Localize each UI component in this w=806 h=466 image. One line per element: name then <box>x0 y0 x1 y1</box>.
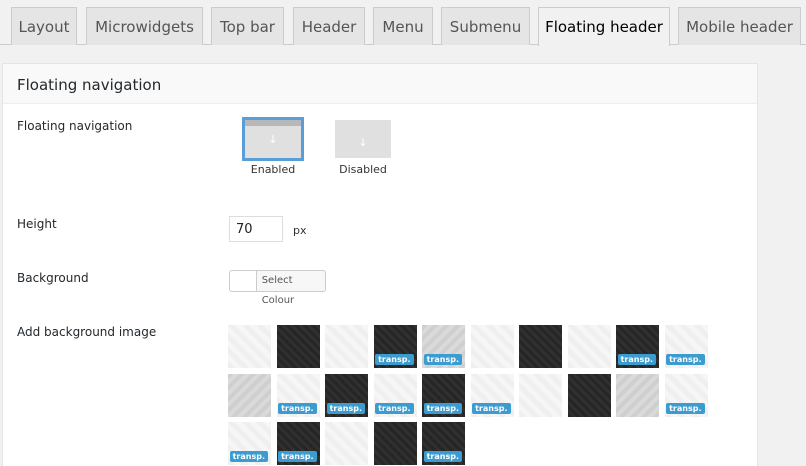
bg-pattern-swatch[interactable]: transp. <box>228 422 271 465</box>
bg-pattern-swatch[interactable]: transp. <box>422 373 465 417</box>
background-label: Background <box>17 271 89 285</box>
transparent-badge: transp. <box>472 402 511 414</box>
tab-microwidgets[interactable]: Microwidgets <box>86 7 203 45</box>
bg-pattern-swatch[interactable]: transp. <box>422 422 465 465</box>
bg-image-label: Add background image <box>17 325 157 339</box>
bg-pattern-swatch[interactable]: transp. <box>276 373 320 417</box>
bg-pattern-swatch[interactable]: transp. <box>470 373 514 417</box>
bg-pattern-swatch[interactable] <box>325 422 368 465</box>
disabled-caption: Disabled <box>339 163 387 176</box>
transparent-badge: transp. <box>375 402 414 414</box>
bg-pattern-swatch[interactable]: transp. <box>422 325 465 368</box>
select-colour-label: Select Colour <box>261 275 295 306</box>
bg-pattern-swatch[interactable] <box>276 325 320 368</box>
panel-title: Floating navigation <box>3 64 757 104</box>
tab-header[interactable]: Header <box>293 7 365 45</box>
bg-pattern-swatch[interactable]: transp. <box>664 325 708 368</box>
bg-pattern-swatch[interactable] <box>519 325 562 368</box>
tab-layout[interactable]: Layout <box>11 7 77 45</box>
transparent-badge: transp. <box>278 402 317 414</box>
tab-floating-header[interactable]: Floating header <box>538 7 670 46</box>
transparent-badge: transp. <box>666 402 705 414</box>
transparent-badge: transp. <box>375 354 414 365</box>
bg-pattern-swatch[interactable]: transp. <box>373 373 417 417</box>
height-input[interactable] <box>229 216 283 242</box>
enabled-thumbnail: ↓ <box>242 117 304 161</box>
header-bar-shape <box>245 120 301 126</box>
floating-nav-enabled-option[interactable]: ↓ Enabled <box>242 117 304 176</box>
bg-pattern-swatch[interactable] <box>567 373 611 417</box>
transparent-badge: transp. <box>617 354 656 365</box>
floating-nav-label: Floating navigation <box>17 119 133 133</box>
tab-top-bar[interactable]: Top bar <box>211 7 284 45</box>
transparent-badge: transp. <box>229 451 268 462</box>
bg-pattern-swatch[interactable]: transp. <box>664 373 708 417</box>
height-unit: px <box>293 224 307 237</box>
floating-nav-disabled-option[interactable]: ↓ Disabled <box>333 120 393 176</box>
select-colour-button[interactable]: Select Colour <box>229 270 326 306</box>
transparent-badge: transp. <box>326 402 365 414</box>
bg-pattern-swatch[interactable] <box>470 325 514 368</box>
transparent-badge: transp. <box>278 451 317 462</box>
bg-pattern-swatch[interactable] <box>616 373 659 417</box>
tab-mobile-header[interactable]: Mobile header <box>678 7 801 45</box>
bg-pattern-swatch[interactable]: transp. <box>325 373 368 417</box>
tab-submenu[interactable]: Submenu <box>441 7 530 45</box>
height-label: Height <box>17 217 57 231</box>
disabled-thumbnail: ↓ <box>335 120 391 158</box>
transparent-badge: transp. <box>423 354 462 365</box>
enabled-caption: Enabled <box>250 163 296 176</box>
bg-pattern-swatch[interactable] <box>228 373 271 417</box>
tab-menu[interactable]: Menu <box>373 7 433 45</box>
bg-pattern-swatch[interactable]: transp. <box>616 325 659 368</box>
bg-pattern-swatch[interactable] <box>373 422 417 465</box>
transparent-badge: transp. <box>423 402 462 414</box>
bg-pattern-swatch[interactable] <box>325 325 368 368</box>
transparent-badge: transp. <box>666 354 705 365</box>
bg-pattern-swatch[interactable] <box>567 325 611 368</box>
bg-pattern-swatch[interactable] <box>519 373 562 417</box>
tab-bar: Layout Microwidgets Top bar Header Menu … <box>0 0 806 46</box>
bg-pattern-swatch[interactable]: transp. <box>373 325 417 368</box>
arrow-down-icon: ↓ <box>358 136 368 149</box>
bg-pattern-swatch[interactable] <box>228 325 271 368</box>
floating-navigation-panel: Floating navigation Floating navigation … <box>2 63 758 466</box>
transparent-badge: transp. <box>423 451 462 462</box>
colour-swatch <box>230 271 257 291</box>
bg-pattern-swatch[interactable]: transp. <box>276 422 320 465</box>
arrow-down-icon: ↓ <box>268 133 278 146</box>
